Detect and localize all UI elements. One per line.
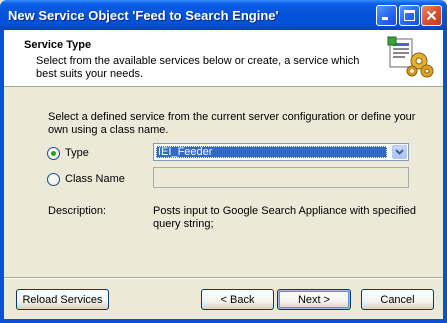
intro-text: Select a defined service from the curren…: [48, 111, 416, 136]
type-select[interactable]: IEI_Feeder: [153, 143, 409, 161]
class-name-radio-option[interactable]: Class Name: [47, 171, 125, 187]
service-gears-icon: [387, 36, 434, 78]
type-select-dropdown-button[interactable]: [392, 145, 407, 159]
class-name-input[interactable]: [153, 167, 409, 188]
minimize-icon: [382, 17, 388, 20]
maximize-icon: [404, 10, 415, 21]
chevron-down-icon: [395, 149, 404, 155]
class-name-label: Class Name: [65, 173, 125, 185]
page-title: Service Type: [24, 39, 92, 51]
page-subtitle: Select from the available services below…: [36, 55, 360, 80]
minimize-button[interactable]: [376, 5, 397, 26]
maximize-button[interactable]: [399, 5, 420, 26]
wizard-header: Service Type Select from the available s…: [4, 30, 443, 87]
class-name-radio[interactable]: [47, 172, 60, 186]
title-bar[interactable]: New Service Object 'Feed to Search Engin…: [0, 0, 447, 30]
type-radio[interactable]: [47, 146, 60, 160]
type-select-value: IEI_Feeder: [156, 146, 387, 158]
close-icon: [426, 10, 437, 21]
next-button[interactable]: Next >: [277, 289, 351, 310]
type-label: Type: [65, 147, 89, 159]
description-text: Posts input to Google Search Appliance w…: [153, 205, 416, 230]
window-frame-bottom: [0, 319, 447, 323]
cancel-button[interactable]: Cancel: [361, 289, 434, 310]
back-button[interactable]: < Back: [201, 289, 274, 310]
type-radio-option[interactable]: Type: [47, 145, 89, 161]
window-frame-right: [443, 30, 447, 323]
footer-divider-highlight: [4, 278, 443, 279]
dialog-window: New Service Object 'Feed to Search Engin…: [0, 0, 447, 323]
description-label: Description:: [48, 205, 107, 217]
reload-services-button[interactable]: Reload Services: [16, 289, 109, 310]
close-button[interactable]: [421, 5, 442, 26]
window-title: New Service Object 'Feed to Search Engin…: [8, 8, 279, 23]
dialog-client-area: Service Type Select from the available s…: [4, 30, 443, 319]
